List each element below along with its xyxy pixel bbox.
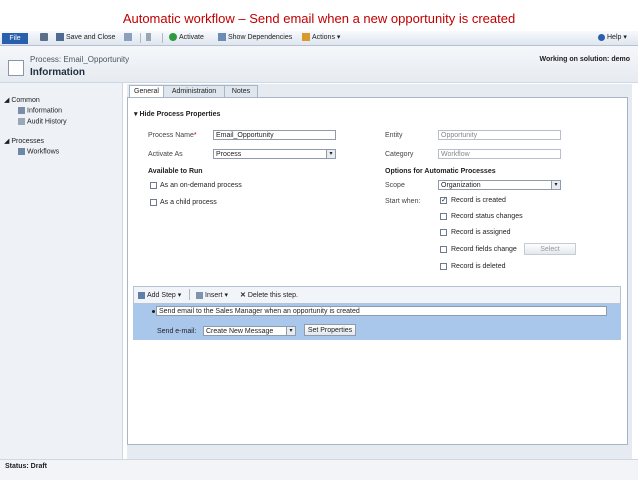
process-name-label-text: Process Name (148, 132, 194, 139)
nav-item-workflows[interactable]: Workflows (18, 148, 59, 155)
dependencies-icon (218, 33, 226, 42)
add-step-menu[interactable]: Add Step ▾ (138, 291, 181, 299)
child-process-checkbox[interactable] (150, 199, 157, 206)
record-deleted-label: Record is deleted (451, 263, 506, 270)
slide-caption: Automatic workflow – Send email when a n… (122, 11, 516, 26)
activate-button[interactable]: Activate (169, 32, 204, 44)
status-text: Status: Draft (5, 463, 48, 470)
delete-step-label: Delete this step. (247, 292, 299, 299)
child-process-label: As a child process (160, 199, 217, 206)
dropdown-arrow-icon: ▾ (551, 181, 560, 189)
record-fields-label: Record fields change (451, 246, 517, 253)
delete-record-icon[interactable] (146, 32, 153, 44)
on-demand-label: As an on-demand process (160, 182, 242, 189)
workflows-icon (18, 148, 25, 155)
on-demand-checkbox[interactable] (150, 182, 157, 189)
process-name-label: Process Name* (148, 132, 197, 139)
form-header (0, 46, 638, 83)
process-icon (8, 60, 24, 76)
select-fields-button[interactable]: Select (524, 243, 576, 255)
insert-icon (196, 291, 203, 299)
set-properties-button[interactable]: Set Properties (304, 324, 356, 336)
activate-label: Activate (179, 34, 204, 41)
nav-item-workflows-label: Workflows (27, 148, 60, 156)
insert-menu[interactable]: Insert ▾ (196, 291, 228, 299)
section-title: Hide Process Properties (139, 111, 221, 118)
check-icon: ✓ (441, 197, 447, 204)
dropdown-arrow-icon: ▾ (326, 150, 335, 158)
activate-as-value: Process (216, 151, 242, 158)
automatic-options-heading: Options for Automatic Processes (385, 168, 496, 175)
scope-select[interactable]: Organization ▾ (438, 180, 561, 190)
help-icon (598, 33, 605, 41)
help-menu[interactable]: Help ▾ (598, 32, 627, 44)
record-status-checkbox[interactable] (440, 213, 447, 220)
actions-label: Actions ▾ (312, 34, 341, 41)
page-title: Information (30, 67, 85, 78)
category-label: Category (385, 151, 414, 158)
toolbar-divider (189, 289, 190, 300)
send-email-value: Create New Message (206, 328, 274, 335)
step-bullet-icon (152, 310, 155, 313)
save-and-close-label: Save and Close (66, 34, 116, 41)
record-deleted-checkbox[interactable] (440, 263, 447, 270)
activate-icon (169, 33, 177, 42)
entity-label: Entity (385, 132, 403, 139)
activate-as-label: Activate As (148, 151, 183, 158)
entity-field: Opportunity (438, 130, 561, 140)
step-description-field[interactable]: Send email to the Sales Manager when an … (156, 306, 607, 316)
dropdown-arrow-icon: ▾ (286, 327, 295, 335)
toolbar-divider (162, 33, 163, 43)
actions-menu[interactable]: Actions ▾ (302, 32, 340, 44)
help-label: Help ▾ (607, 34, 627, 41)
record-created-checkbox[interactable]: ✓ (440, 197, 447, 204)
information-icon (18, 107, 25, 114)
category-field: Workflow (438, 149, 561, 159)
nav-group-processes[interactable]: ◢ Processes (4, 137, 44, 145)
record-assigned-label: Record is assigned (451, 229, 511, 236)
show-dependencies-button[interactable]: Show Dependencies (218, 32, 292, 44)
nav-group-common[interactable]: ◢ Common (4, 96, 40, 104)
insert-label: Insert ▾ (205, 292, 228, 299)
delete-icon: ✕ (240, 292, 248, 299)
actions-icon (302, 33, 310, 42)
add-step-label: Add Step ▾ (147, 292, 182, 299)
scope-label: Scope (385, 182, 405, 189)
process-name-field[interactable]: Email_Opportunity (213, 130, 336, 140)
save-icon[interactable] (40, 32, 50, 44)
save-and-close-button[interactable]: Save and Close (56, 32, 115, 44)
required-icon: * (193, 132, 197, 139)
nav-group-common-label: Common (11, 97, 40, 104)
delete-step-button[interactable]: ✕ Delete this step. (240, 291, 298, 299)
nav-item-information-label: Information (27, 107, 63, 115)
activate-as-select[interactable]: Process ▾ (213, 149, 336, 159)
send-email-select[interactable]: Create New Message ▾ (203, 326, 296, 336)
section-toggle[interactable]: ▾ Hide Process Properties (134, 110, 220, 118)
process-name-heading: Process: Email_Opportunity (30, 55, 130, 64)
record-created-label: Record is created (451, 197, 506, 204)
start-when-label: Start when: (385, 198, 421, 205)
file-button[interactable]: File (2, 33, 28, 44)
solution-indicator: Working on solution: demo (539, 56, 630, 63)
record-status-label: Record status changes (451, 213, 523, 220)
show-dependencies-label: Show Dependencies (228, 34, 293, 41)
nav-item-audit-history-label: Audit History (27, 118, 67, 126)
nav-item-information[interactable]: Information (18, 107, 62, 114)
toolbar-divider (140, 33, 141, 43)
nav-item-audit-history[interactable]: Audit History (18, 118, 67, 125)
edit-icon[interactable] (124, 32, 134, 44)
available-to-run-heading: Available to Run (148, 168, 203, 175)
audit-history-icon (18, 118, 25, 125)
nav-group-processes-label: Processes (11, 138, 45, 145)
status-bar (0, 459, 638, 480)
scope-value: Organization (441, 182, 481, 189)
save-close-icon (56, 33, 64, 42)
record-fields-checkbox[interactable] (440, 246, 447, 253)
add-step-icon (138, 291, 145, 299)
send-email-label: Send e-mail: (157, 328, 197, 335)
record-assigned-checkbox[interactable] (440, 229, 447, 236)
